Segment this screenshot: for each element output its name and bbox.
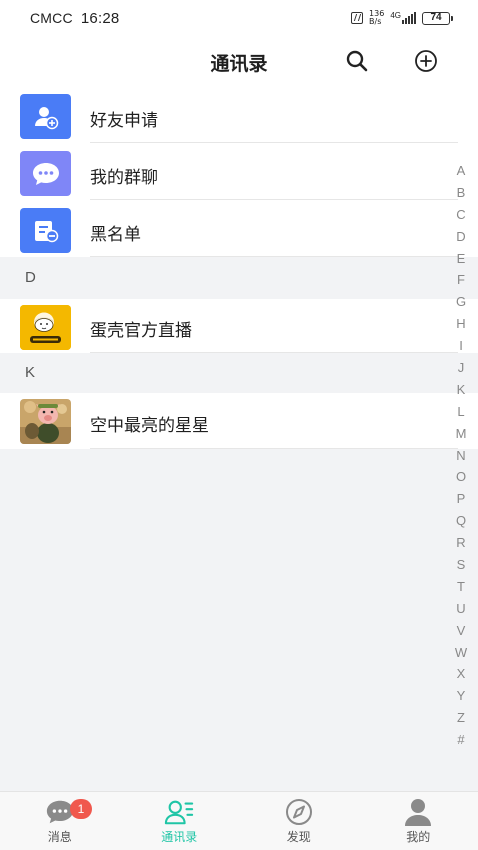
add-friend-icon — [34, 106, 58, 129]
net-speed-unit: B/s — [369, 17, 382, 26]
nav-messages[interactable]: 消息 1 — [0, 792, 120, 850]
blacklist-row[interactable]: 黑名单 — [0, 200, 478, 257]
net-speed: 136 B/s — [369, 10, 384, 26]
contact-name: 空中最亮的星星 — [90, 416, 209, 435]
index-letter[interactable]: B — [457, 182, 466, 204]
nav-messages-label: 消息 — [47, 830, 72, 844]
add-button[interactable] — [414, 49, 438, 73]
avatar — [20, 305, 71, 350]
index-letter[interactable]: Q — [456, 510, 466, 532]
nav-profile[interactable]: 我的 — [359, 792, 478, 850]
index-letter[interactable]: W — [455, 642, 467, 664]
bottom-nav: 消息 1 通讯录 发现 我的 — [0, 791, 478, 850]
unread-badge: 1 — [70, 799, 92, 819]
nav-contacts[interactable]: 通讯录 — [120, 792, 240, 850]
index-letter[interactable]: Z — [457, 707, 465, 729]
search-icon — [346, 50, 368, 72]
index-letter[interactable]: C — [456, 204, 465, 226]
alphabet-index[interactable]: A B C D E F G H I J K L M N O P Q R S T … — [454, 160, 468, 751]
index-letter[interactable]: H — [456, 313, 465, 335]
index-letter[interactable]: I — [459, 335, 463, 357]
index-letter[interactable]: X — [457, 663, 466, 685]
index-letter[interactable]: L — [457, 401, 464, 423]
index-letter[interactable]: G — [456, 291, 466, 313]
group-chats-avatar — [20, 151, 71, 196]
index-letter[interactable]: F — [457, 269, 465, 291]
nav-contacts-label: 通讯录 — [161, 830, 198, 844]
index-letter[interactable]: A — [457, 160, 466, 182]
group-chats-label: 我的群聊 — [90, 168, 158, 187]
index-letter[interactable]: P — [457, 488, 466, 510]
index-letter[interactable]: V — [457, 620, 466, 642]
blacklist-icon — [34, 220, 58, 242]
section-header-k: K — [0, 353, 478, 393]
index-letter[interactable]: U — [456, 598, 465, 620]
contacts-icon — [164, 798, 194, 826]
index-letter[interactable]: T — [457, 576, 465, 598]
friend-requests-row[interactable]: 好友申请 — [0, 86, 478, 143]
clock: 16:28 — [80, 9, 120, 27]
eggshell-logo — [20, 305, 71, 350]
nfc-icon — [351, 12, 364, 24]
index-letter[interactable]: O — [456, 466, 466, 488]
status-right: 136 B/s 4G 74 — [351, 10, 453, 26]
row-divider — [90, 448, 458, 449]
app-header: 通讯录 — [0, 36, 478, 86]
section-header-d: D — [0, 257, 478, 299]
index-letter[interactable]: R — [456, 532, 465, 554]
nav-discover[interactable]: 发现 — [239, 792, 359, 850]
row-divider — [90, 352, 458, 353]
status-left: CMCC 16:28 — [30, 10, 119, 27]
nav-discover-label: 发现 — [286, 830, 311, 844]
contacts-list: 好友申请 我的群聊 黑名单 D 蛋壳官方直播 K 空中最亮的星星 — [0, 86, 478, 449]
carrier-label: CMCC — [30, 9, 73, 26]
index-letter[interactable]: K — [457, 379, 466, 401]
index-letter[interactable]: M — [456, 423, 467, 445]
signal-icon — [402, 12, 416, 24]
index-letter[interactable]: S — [457, 554, 466, 576]
friend-requests-avatar — [20, 94, 71, 139]
chat-bubble-icon — [32, 162, 59, 185]
index-letter[interactable]: D — [456, 226, 465, 248]
index-letter[interactable]: J — [458, 357, 465, 379]
cartoon-pig-photo — [20, 399, 71, 444]
nav-profile-label: 我的 — [406, 830, 431, 844]
index-letter[interactable]: # — [457, 729, 464, 751]
contact-name: 蛋壳官方直播 — [90, 321, 192, 340]
battery-level: 74 — [430, 11, 442, 23]
index-letter[interactable]: N — [456, 445, 465, 467]
page-title: 通讯录 — [210, 54, 268, 75]
avatar — [20, 399, 71, 444]
blacklist-label: 黑名单 — [90, 225, 141, 244]
battery-icon: 74 — [422, 11, 453, 25]
search-button[interactable] — [345, 49, 369, 73]
compass-icon — [284, 798, 314, 826]
signal-group: 4G — [390, 12, 416, 24]
plus-circle-icon — [415, 50, 437, 72]
profile-icon — [403, 798, 433, 826]
contact-row[interactable]: 蛋壳官方直播 — [0, 299, 478, 353]
index-letter[interactable]: E — [457, 248, 466, 270]
index-letter[interactable]: Y — [457, 685, 466, 707]
blacklist-avatar — [20, 208, 71, 253]
contact-row[interactable]: 空中最亮的星星 — [0, 393, 478, 449]
status-bar: CMCC 16:28 136 B/s 4G 74 — [0, 0, 478, 36]
group-chats-row[interactable]: 我的群聊 — [0, 143, 478, 200]
friend-requests-label: 好友申请 — [90, 111, 158, 130]
row-divider — [90, 256, 458, 257]
network-type: 4G — [390, 11, 401, 20]
